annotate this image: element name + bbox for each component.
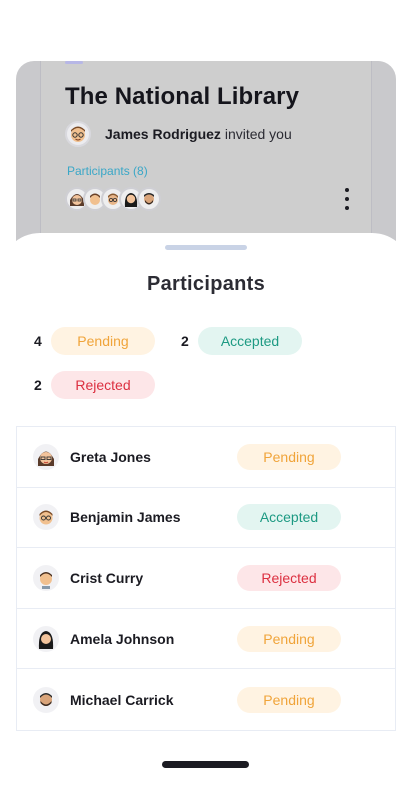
- status-badge: Rejected: [237, 564, 341, 591]
- sheet-drag-handle[interactable]: [165, 245, 247, 250]
- participant-row[interactable]: Michael Carrick Pending: [17, 669, 395, 730]
- participant-name: Benjamin James: [70, 509, 181, 526]
- participant-row[interactable]: Benjamin James Accepted: [17, 488, 395, 549]
- participant-avatars: [65, 187, 161, 211]
- participants-list: Greta Jones Pending Benjamin James Accep…: [16, 426, 396, 731]
- status-badge: Pending: [237, 625, 341, 652]
- participant-name: Amela Johnson: [70, 630, 175, 647]
- rejected-count: 2: [34, 377, 42, 393]
- event-card: The National Library James Rodriguez inv…: [40, 61, 372, 237]
- summary-pending[interactable]: 4 Pending: [34, 327, 155, 355]
- participant-name: Crist Curry: [70, 569, 144, 586]
- participant-name: Greta Jones: [70, 448, 151, 465]
- status-badge: Accepted: [237, 504, 341, 531]
- summary-rejected[interactable]: 2 Rejected: [34, 371, 155, 399]
- accepted-badge: Accepted: [198, 327, 302, 355]
- avatar-man-beard-icon: [137, 187, 161, 211]
- sheet-title: Participants: [146, 273, 266, 295]
- summary-accepted[interactable]: 2 Accepted: [181, 327, 302, 355]
- event-title: The National Library: [65, 83, 300, 110]
- more-options-icon[interactable]: [343, 188, 351, 210]
- participants-sheet: Participants 4 Pending 2 Accepted 2 Reje…: [0, 233, 412, 791]
- rejected-badge: Rejected: [51, 371, 155, 399]
- participant-row[interactable]: Amela Johnson Pending: [17, 609, 395, 670]
- avatar-woman-long-hair-icon: [33, 625, 59, 652]
- inviter-name: James Rodriguez: [105, 126, 221, 142]
- participant-row[interactable]: Crist Curry Rejected: [17, 548, 395, 609]
- pending-badge: Pending: [51, 327, 155, 355]
- avatar-man-icon: [33, 564, 59, 591]
- avatar-man-beard-icon: [33, 686, 59, 713]
- inviter-text: invited you: [224, 126, 292, 142]
- pending-count: 4: [34, 333, 42, 349]
- participants-link[interactable]: Participants (8): [67, 164, 148, 178]
- avatar-woman-glasses-icon: [33, 443, 59, 470]
- avatar-man-glasses-icon: [33, 504, 59, 531]
- status-badge: Pending: [237, 443, 341, 470]
- participant-row[interactable]: Greta Jones Pending: [17, 427, 395, 488]
- status-badge: Pending: [237, 686, 341, 713]
- participant-name: Michael Carrick: [70, 691, 174, 708]
- accepted-count: 2: [181, 333, 189, 349]
- avatar-man-glasses-icon: [65, 121, 91, 147]
- home-indicator[interactable]: [162, 761, 249, 768]
- screen: The National Library James Rodriguez inv…: [0, 0, 412, 791]
- card-indicator: [65, 61, 83, 64]
- inviter-row: James Rodriguez invited you: [65, 121, 292, 147]
